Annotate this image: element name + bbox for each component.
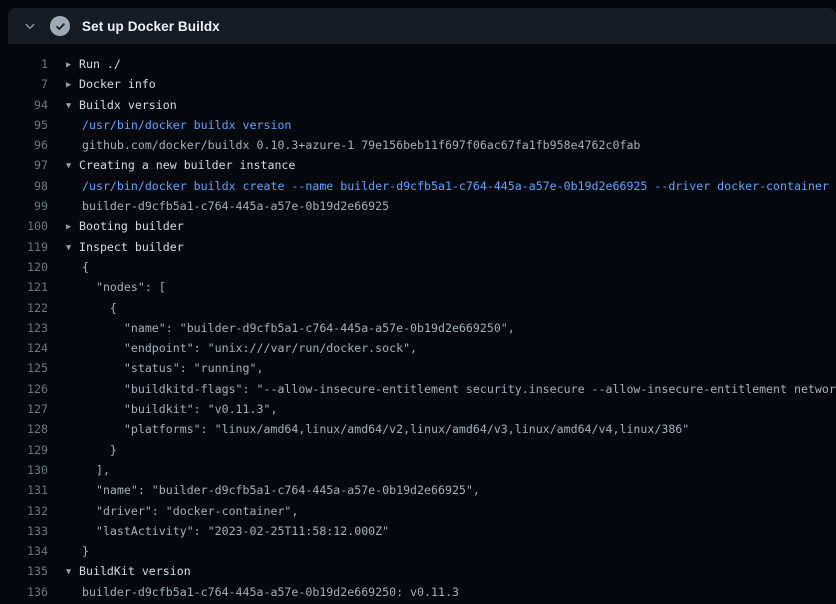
line-number[interactable]: 125 [0, 358, 48, 378]
line-number[interactable]: 124 [0, 338, 48, 358]
line-number[interactable]: 100 [0, 216, 48, 236]
log-line[interactable]: 119 ▼Inspect builder [0, 237, 836, 257]
line-number[interactable]: 94 [0, 95, 48, 115]
log-line: 129 } [0, 440, 836, 460]
log-line: 130 ], [0, 460, 836, 480]
log-text: /usr/bin/docker buildx create --name bui… [82, 179, 829, 193]
log-line: 123 "name": "builder-d9cfb5a1-c764-445a-… [0, 318, 836, 338]
log-text: { [82, 301, 117, 315]
log-text: "driver": "docker-container", [82, 504, 298, 518]
log-line: 95 /usr/bin/docker buildx version [0, 115, 836, 135]
log-text: builder-d9cfb5a1-c764-445a-a57e-0b19d2e6… [82, 585, 459, 599]
log-line[interactable]: 7 ▶Docker info [0, 74, 836, 94]
line-number[interactable]: 121 [0, 277, 48, 297]
log-text: "status": "running", [82, 361, 263, 375]
log-line: 128 "platforms": "linux/amd64,linux/amd6… [0, 419, 836, 439]
log-text: builder-d9cfb5a1-c764-445a-a57e-0b19d2e6… [82, 199, 389, 213]
check-circle-icon [50, 16, 70, 36]
log-text: "nodes": [ [82, 280, 166, 294]
line-number[interactable]: 95 [0, 115, 48, 135]
line-number[interactable]: 96 [0, 135, 48, 155]
log-text: Docker info [79, 77, 156, 91]
line-number[interactable]: 131 [0, 480, 48, 500]
log-text: "name": "builder-d9cfb5a1-c764-445a-a57e… [82, 321, 515, 335]
line-number[interactable]: 97 [0, 155, 48, 175]
log-line: 122 { [0, 298, 836, 318]
line-number[interactable]: 120 [0, 257, 48, 277]
line-number[interactable]: 122 [0, 298, 48, 318]
step-header[interactable]: Set up Docker Buildx [8, 8, 836, 44]
line-number[interactable]: 98 [0, 176, 48, 196]
log-text: "endpoint": "unix:///var/run/docker.sock… [82, 341, 417, 355]
log-line[interactable]: 135 ▼BuildKit version [0, 561, 836, 581]
log-text: } [82, 443, 117, 457]
line-number[interactable]: 133 [0, 521, 48, 541]
log-line: 132 "driver": "docker-container", [0, 501, 836, 521]
log-line[interactable]: 97 ▼Creating a new builder instance [0, 155, 836, 175]
expand-arrow-icon: ▶ [66, 55, 79, 74]
log-text: Booting builder [79, 219, 184, 233]
expand-arrow-icon: ▶ [66, 217, 79, 236]
log-text: "buildkit": "v0.11.3", [82, 402, 277, 416]
line-number[interactable]: 129 [0, 440, 48, 460]
chevron-down-icon[interactable] [22, 18, 38, 34]
log-line: 125 "status": "running", [0, 358, 836, 378]
log-line: 134 } [0, 541, 836, 561]
line-number[interactable]: 1 [0, 54, 48, 74]
line-number[interactable]: 130 [0, 460, 48, 480]
log-text: Buildx version [79, 98, 177, 112]
log-line: 127 "buildkit": "v0.11.3", [0, 399, 836, 419]
log-viewer[interactable]: 1 ▶Run ./ 7 ▶Docker info 94 ▼Buildx vers… [0, 48, 836, 602]
log-line[interactable]: 100 ▶Booting builder [0, 216, 836, 236]
line-number[interactable]: 132 [0, 501, 48, 521]
log-line[interactable]: 1 ▶Run ./ [0, 54, 836, 74]
log-line: 136 builder-d9cfb5a1-c764-445a-a57e-0b19… [0, 582, 836, 602]
log-line[interactable]: 94 ▼Buildx version [0, 95, 836, 115]
expand-arrow-icon: ▼ [66, 562, 79, 581]
expand-arrow-icon: ▶ [66, 75, 79, 94]
log-text: "platforms": "linux/amd64,linux/amd64/v2… [82, 422, 689, 436]
log-line: 98 /usr/bin/docker buildx create --name … [0, 176, 836, 196]
log-text: github.com/docker/buildx 0.10.3+azure-1 … [82, 138, 640, 152]
line-number[interactable]: 119 [0, 237, 48, 257]
expand-arrow-icon: ▼ [66, 238, 79, 257]
step-title: Set up Docker Buildx [82, 19, 220, 34]
log-line: 126 "buildkitd-flags": "--allow-insecure… [0, 379, 836, 399]
log-line: 120 { [0, 257, 836, 277]
log-text: Creating a new builder instance [79, 158, 295, 172]
log-text: "name": "builder-d9cfb5a1-c764-445a-a57e… [82, 483, 480, 497]
line-number[interactable]: 99 [0, 196, 48, 216]
log-text: Inspect builder [79, 240, 184, 254]
line-number[interactable]: 7 [0, 74, 48, 94]
expand-arrow-icon: ▼ [66, 156, 79, 175]
line-number[interactable]: 135 [0, 561, 48, 581]
line-number[interactable]: 123 [0, 318, 48, 338]
log-text: } [82, 544, 89, 558]
line-number[interactable]: 136 [0, 582, 48, 602]
line-number[interactable]: 126 [0, 379, 48, 399]
line-number[interactable]: 128 [0, 419, 48, 439]
log-line: 96 github.com/docker/buildx 0.10.3+azure… [0, 135, 836, 155]
log-line: 121 "nodes": [ [0, 277, 836, 297]
log-text: ], [82, 463, 110, 477]
line-number[interactable]: 134 [0, 541, 48, 561]
log-line: 124 "endpoint": "unix:///var/run/docker.… [0, 338, 836, 358]
line-number[interactable]: 127 [0, 399, 48, 419]
expand-arrow-icon: ▼ [66, 96, 79, 115]
log-line: 99 builder-d9cfb5a1-c764-445a-a57e-0b19d… [0, 196, 836, 216]
log-text: "lastActivity": "2023-02-25T11:58:12.000… [82, 524, 389, 538]
log-text: /usr/bin/docker buildx version [82, 118, 291, 132]
log-text: BuildKit version [79, 564, 191, 578]
log-text: Run ./ [79, 57, 121, 71]
log-text: "buildkitd-flags": "--allow-insecure-ent… [82, 382, 836, 396]
log-text: { [82, 260, 89, 274]
log-line: 131 "name": "builder-d9cfb5a1-c764-445a-… [0, 480, 836, 500]
log-line: 133 "lastActivity": "2023-02-25T11:58:12… [0, 521, 836, 541]
